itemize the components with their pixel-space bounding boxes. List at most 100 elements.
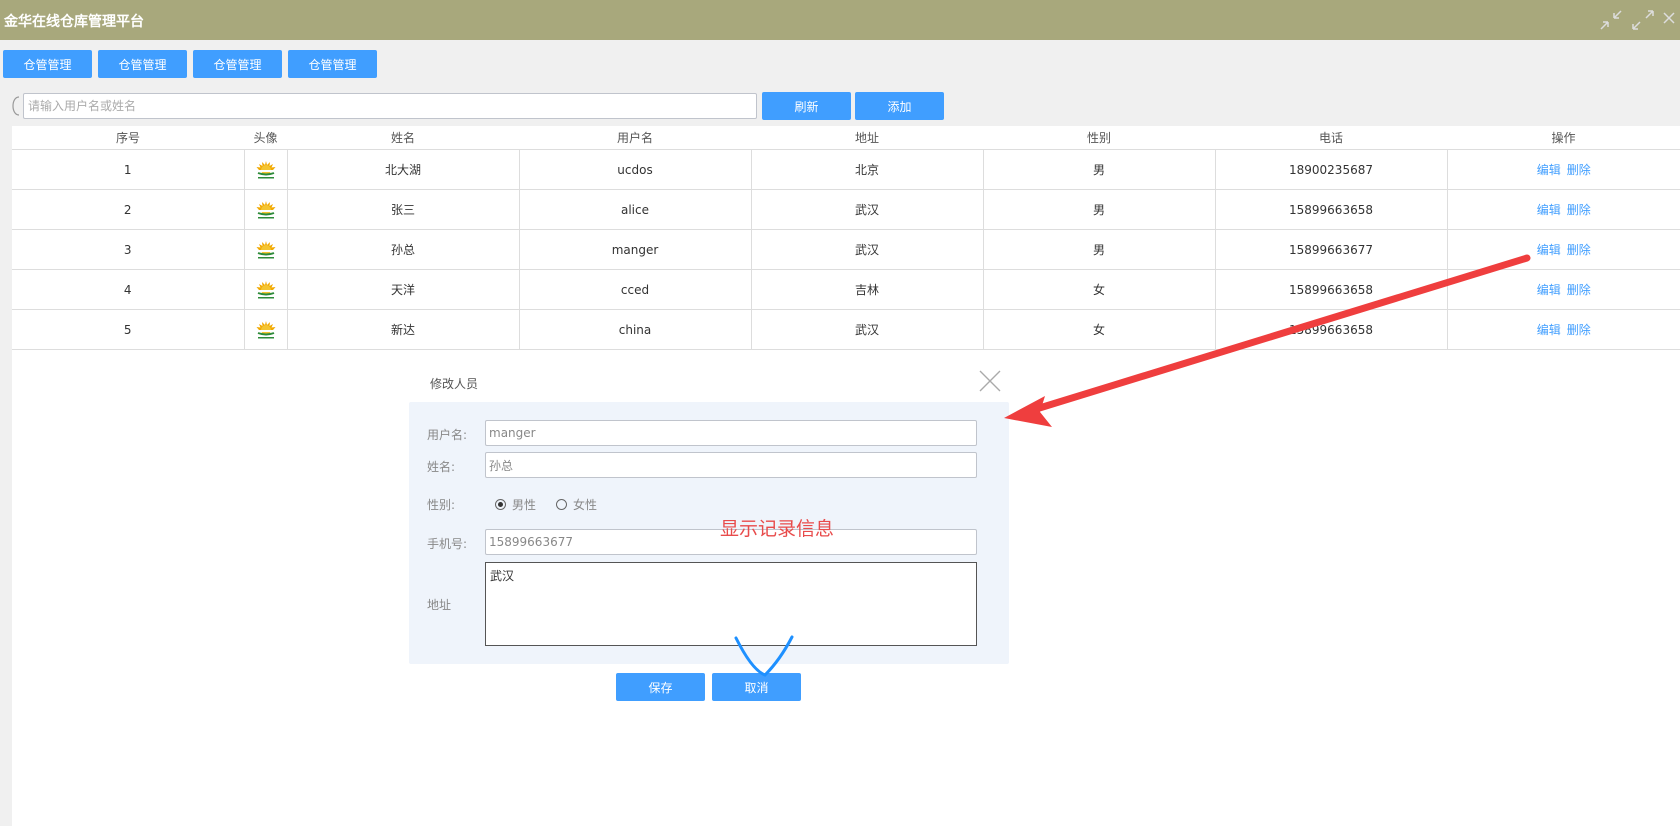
- tab-warehouse-1[interactable]: 仓管管理: [3, 50, 92, 78]
- cell-username: manger: [519, 229, 752, 270]
- gender-female-radio[interactable]: [556, 499, 568, 510]
- cell-phone: 18900235687: [1215, 149, 1448, 190]
- cell-address: 北京: [751, 149, 984, 190]
- edit-link[interactable]: 编辑: [1537, 163, 1561, 177]
- cell-actions: 编辑 删除: [1447, 269, 1680, 310]
- cell-actions: 编辑 删除: [1447, 229, 1680, 270]
- app-title: 金华在线仓库管理平台: [4, 14, 144, 30]
- cell-gender: 男: [983, 229, 1216, 270]
- cell-avatar: [244, 309, 288, 350]
- cell-actions: 编辑 删除: [1447, 189, 1680, 230]
- dialog-title: 修改人员: [430, 377, 479, 391]
- table-row: 1 北大湖 ucdos 北京 男 18900235687 编辑 删除: [12, 149, 1680, 190]
- cell-index: 3: [12, 229, 245, 270]
- cell-address: 武汉: [751, 189, 984, 230]
- avatar-icon: [256, 200, 275, 218]
- cell-name: 张三: [287, 189, 520, 230]
- cell-phone: 15899663658: [1215, 309, 1448, 350]
- collapse-icon[interactable]: [1598, 8, 1624, 32]
- cell-username: china: [519, 309, 752, 350]
- close-window-icon[interactable]: [1662, 8, 1676, 32]
- gender-male-radio[interactable]: [495, 499, 506, 510]
- cell-gender: 男: [983, 189, 1216, 230]
- tab-warehouse-3[interactable]: 仓管管理: [193, 50, 282, 78]
- gender-radio-group: 男性 女性: [495, 496, 597, 513]
- table-row: 5 新达 china 武汉 女 15899663658 编辑 删除: [12, 309, 1680, 350]
- header-gender: 性别: [983, 126, 1215, 150]
- cell-phone: 15899663677: [1215, 229, 1448, 270]
- refresh-button[interactable]: 刷新: [762, 92, 851, 120]
- name-label: 姓名:: [427, 460, 456, 474]
- cell-name: 天洋: [287, 269, 520, 310]
- table-row: 4 天洋 cced 吉林 女 15899663658 编辑 删除: [12, 269, 1680, 310]
- window-controls: [1598, 8, 1676, 32]
- expand-icon[interactable]: [1630, 8, 1656, 32]
- gender-male-label: 男性: [512, 498, 537, 512]
- address-textarea[interactable]: 武汉: [485, 562, 977, 646]
- cell-avatar: [244, 229, 288, 270]
- edit-user-dialog: 用户名: manger 姓名: 孙总 性别: 男性 女性 手机号: 158996…: [409, 402, 1009, 664]
- cell-username: cced: [519, 269, 752, 310]
- username-field[interactable]: manger: [485, 420, 977, 446]
- header-index: 序号: [12, 126, 244, 150]
- cell-gender: 男: [983, 149, 1216, 190]
- cell-index: 4: [12, 269, 245, 310]
- delete-link[interactable]: 删除: [1567, 243, 1591, 257]
- add-button[interactable]: 添加: [855, 92, 944, 120]
- nav-tabs: 仓管管理 仓管管理 仓管管理 仓管管理: [3, 50, 377, 78]
- username-label: 用户名:: [427, 428, 468, 442]
- header-phone: 电话: [1215, 126, 1447, 150]
- delete-link[interactable]: 删除: [1567, 203, 1591, 217]
- cell-avatar: [244, 269, 288, 310]
- cell-phone: 15899663658: [1215, 269, 1448, 310]
- delete-link[interactable]: 删除: [1567, 283, 1591, 297]
- search-input[interactable]: [23, 93, 757, 119]
- table-row: 2 张三 alice 武汉 男 15899663658 编辑 删除: [12, 189, 1680, 230]
- phone-label: 手机号:: [427, 537, 468, 551]
- edit-link[interactable]: 编辑: [1537, 203, 1561, 217]
- cell-address: 吉林: [751, 269, 984, 310]
- edit-link[interactable]: 编辑: [1537, 323, 1561, 337]
- tab-warehouse-4[interactable]: 仓管管理: [288, 50, 377, 78]
- avatar-icon: [256, 240, 275, 258]
- header-avatar: 头像: [244, 126, 287, 150]
- title-bar: 金华在线仓库管理平台: [0, 0, 1680, 40]
- delete-link[interactable]: 删除: [1567, 163, 1591, 177]
- cell-avatar: [244, 189, 288, 230]
- avatar-icon: [256, 320, 275, 338]
- search-icon: [12, 96, 20, 116]
- tab-warehouse-2[interactable]: 仓管管理: [98, 50, 187, 78]
- cell-index: 2: [12, 189, 245, 230]
- header-name: 姓名: [287, 126, 519, 150]
- cell-address: 武汉: [751, 229, 984, 270]
- cell-actions: 编辑 删除: [1447, 309, 1680, 350]
- cell-index: 5: [12, 309, 245, 350]
- save-button[interactable]: 保存: [616, 673, 705, 701]
- gender-label: 性别:: [427, 498, 456, 512]
- cell-actions: 编辑 删除: [1447, 149, 1680, 190]
- header-actions: 操作: [1447, 126, 1680, 150]
- header-address: 地址: [751, 126, 983, 150]
- cancel-button[interactable]: 取消: [712, 673, 801, 701]
- cell-phone: 15899663658: [1215, 189, 1448, 230]
- user-table: 序号 头像 姓名 用户名 地址 性别 电话 操作 1 北大湖 ucdos 北京 …: [12, 126, 1680, 350]
- header-username: 用户名: [519, 126, 751, 150]
- edit-link[interactable]: 编辑: [1537, 283, 1561, 297]
- cell-gender: 女: [983, 269, 1216, 310]
- annotation-text: 显示记录信息: [720, 518, 835, 540]
- table-header-row: 序号 头像 姓名 用户名 地址 性别 电话 操作: [12, 126, 1680, 150]
- cell-name: 北大湖: [287, 149, 520, 190]
- avatar-icon: [256, 280, 275, 298]
- close-icon[interactable]: [978, 369, 1002, 393]
- avatar-icon: [256, 160, 275, 178]
- cell-username: ucdos: [519, 149, 752, 190]
- cell-address: 武汉: [751, 309, 984, 350]
- edit-link[interactable]: 编辑: [1537, 243, 1561, 257]
- gender-female-label: 女性: [573, 498, 598, 512]
- cell-avatar: [244, 149, 288, 190]
- address-label: 地址: [427, 598, 452, 612]
- name-field[interactable]: 孙总: [485, 452, 977, 478]
- table-row: 3 孙总 manger 武汉 男 15899663677 编辑 删除: [12, 229, 1680, 270]
- cell-index: 1: [12, 149, 245, 190]
- delete-link[interactable]: 删除: [1567, 323, 1591, 337]
